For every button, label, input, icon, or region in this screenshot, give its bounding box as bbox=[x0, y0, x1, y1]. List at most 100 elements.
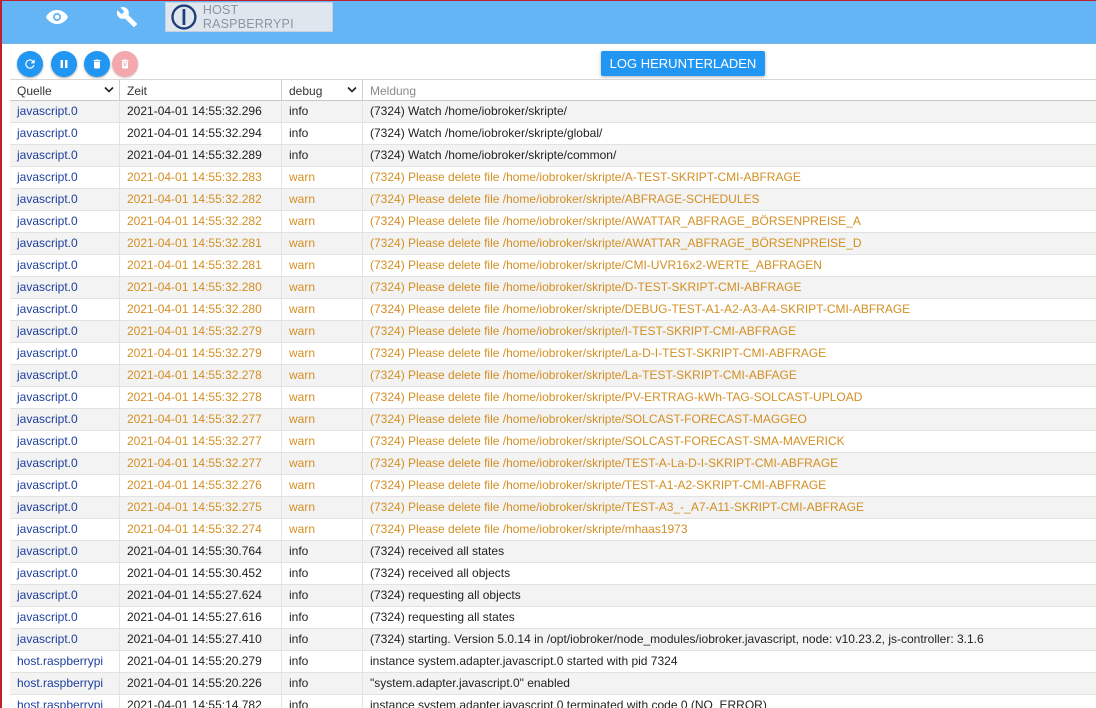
table-row[interactable]: javascript.0 2021-04-01 14:55:32.275 warn (… bbox=[10, 497, 1096, 519]
table-row[interactable]: javascript.0 2021-04-01 14:55:32.279 warn (… bbox=[10, 321, 1096, 343]
source-filter-select[interactable]: Quelle bbox=[10, 80, 120, 101]
table-row[interactable]: javascript.0 2021-04-01 14:55:32.281 warn (… bbox=[10, 255, 1096, 277]
message-cell: (7324) starting. Version 5.0.14 in /opt/… bbox=[370, 632, 984, 646]
message-filter-input[interactable]: Meldung bbox=[363, 80, 1096, 101]
source-cell: javascript.0 bbox=[10, 145, 120, 166]
download-log-button[interactable]: LOG HERUNTERLADEN bbox=[601, 51, 765, 76]
table-row[interactable]: javascript.0 2021-04-01 14:55:32.277 warn (… bbox=[10, 453, 1096, 475]
message-cell: (7324) Please delete file /home/iobroker… bbox=[370, 280, 802, 294]
source-header-label: Quelle bbox=[17, 83, 52, 98]
severity-cell: warn bbox=[282, 343, 363, 364]
time-header-label: Zeit bbox=[127, 83, 148, 98]
time-cell: 2021-04-01 14:55:27.624 bbox=[120, 585, 282, 606]
time-cell: 2021-04-01 14:55:20.226 bbox=[120, 673, 282, 694]
host-tab-label: HOST RASPBERRYPI bbox=[202, 3, 294, 31]
tab-host-raspberrypi[interactable]: HOST RASPBERRYPI bbox=[165, 2, 333, 32]
time-cell: 2021-04-01 14:55:30.764 bbox=[120, 541, 282, 562]
time-cell: 2021-04-01 14:55:14.782 bbox=[120, 695, 282, 708]
message-cell: (7324) requesting all objects bbox=[370, 588, 521, 602]
table-row[interactable]: javascript.0 2021-04-01 14:55:32.278 warn (… bbox=[10, 365, 1096, 387]
table-row[interactable]: javascript.0 2021-04-01 14:55:32.283 warn (… bbox=[10, 167, 1096, 189]
source-cell: javascript.0 bbox=[10, 321, 120, 342]
time-filter-input[interactable]: Zeit bbox=[120, 80, 282, 101]
pause-button[interactable] bbox=[51, 51, 77, 77]
severity-cell: warn bbox=[282, 475, 363, 496]
source-cell: javascript.0 bbox=[10, 189, 120, 210]
table-row[interactable]: javascript.0 2021-04-01 14:55:32.294 info (… bbox=[10, 123, 1096, 145]
table-row[interactable]: host.raspberrypi 2021-04-01 14:55:20.279 i… bbox=[10, 651, 1096, 673]
severity-cell: warn bbox=[282, 255, 363, 276]
source-cell: javascript.0 bbox=[10, 475, 120, 496]
message-cell: (7324) Please delete file /home/iobroker… bbox=[370, 214, 861, 228]
iobroker-logo-icon bbox=[171, 4, 197, 30]
message-cell: (7324) Please delete file /home/iobroker… bbox=[370, 258, 822, 272]
table-row[interactable]: host.raspberrypi 2021-04-01 14:55:20.226 i… bbox=[10, 673, 1096, 695]
chevron-down-icon bbox=[104, 86, 114, 93]
severity-cell: warn bbox=[282, 299, 363, 320]
wrench-icon[interactable] bbox=[113, 5, 141, 29]
message-cell: (7324) Please delete file /home/iobroker… bbox=[370, 500, 864, 514]
table-row[interactable]: javascript.0 2021-04-01 14:55:32.276 warn (… bbox=[10, 475, 1096, 497]
table-row[interactable]: javascript.0 2021-04-01 14:55:32.279 warn (… bbox=[10, 343, 1096, 365]
time-cell: 2021-04-01 14:55:32.277 bbox=[120, 409, 282, 430]
source-cell: javascript.0 bbox=[10, 431, 120, 452]
table-row[interactable]: javascript.0 2021-04-01 14:55:32.282 warn (… bbox=[10, 189, 1096, 211]
table-row[interactable]: javascript.0 2021-04-01 14:55:32.282 warn (… bbox=[10, 211, 1096, 233]
message-cell: "system.adapter.javascript.0" enabled bbox=[370, 676, 570, 690]
source-cell: javascript.0 bbox=[10, 123, 120, 144]
table-row[interactable]: javascript.0 2021-04-01 14:55:32.274 warn (… bbox=[10, 519, 1096, 541]
top-app-bar: HOST RASPBERRYPI bbox=[2, 1, 1096, 44]
severity-filter-select[interactable]: debug bbox=[282, 80, 363, 101]
message-cell: (7324) Please delete file /home/iobroker… bbox=[370, 522, 688, 536]
table-row[interactable]: javascript.0 2021-04-01 14:55:30.764 info (… bbox=[10, 541, 1096, 563]
table-header: Quelle Zeit debug Meldung bbox=[10, 79, 1096, 101]
delete-all-button[interactable] bbox=[112, 51, 138, 77]
time-cell: 2021-04-01 14:55:32.279 bbox=[120, 321, 282, 342]
delete-button[interactable] bbox=[84, 51, 110, 77]
table-row[interactable]: javascript.0 2021-04-01 14:55:32.296 info (… bbox=[10, 101, 1096, 123]
source-cell: javascript.0 bbox=[10, 101, 120, 122]
source-cell: javascript.0 bbox=[10, 453, 120, 474]
table-row[interactable]: javascript.0 2021-04-01 14:55:30.452 info (… bbox=[10, 563, 1096, 585]
severity-cell: warn bbox=[282, 519, 363, 540]
message-cell: (7324) received all states bbox=[370, 544, 505, 558]
severity-cell: info bbox=[282, 651, 363, 672]
delete-disabled-icon bbox=[121, 59, 129, 69]
refresh-button[interactable] bbox=[17, 51, 43, 77]
severity-cell: info bbox=[282, 123, 363, 144]
chevron-down-icon bbox=[347, 86, 357, 93]
message-cell: (7324) Please delete file /home/iobroker… bbox=[370, 456, 839, 470]
time-cell: 2021-04-01 14:55:32.279 bbox=[120, 343, 282, 364]
message-cell: (7324) Please delete file /home/iobroker… bbox=[370, 192, 760, 206]
table-row[interactable]: javascript.0 2021-04-01 14:55:32.280 warn (… bbox=[10, 299, 1096, 321]
source-cell: host.raspberrypi bbox=[10, 673, 120, 694]
severity-header-label: debug bbox=[289, 83, 323, 98]
table-row[interactable]: javascript.0 2021-04-01 14:55:27.616 info (… bbox=[10, 607, 1096, 629]
source-cell: javascript.0 bbox=[10, 365, 120, 386]
table-body: javascript.0 2021-04-01 14:55:32.296 info(… bbox=[10, 101, 1096, 708]
table-row[interactable]: javascript.0 2021-04-01 14:55:32.278 warn (… bbox=[10, 387, 1096, 409]
severity-cell: warn bbox=[282, 277, 363, 298]
source-cell: javascript.0 bbox=[10, 541, 120, 562]
table-row[interactable]: javascript.0 2021-04-01 14:55:32.280 warn (… bbox=[10, 277, 1096, 299]
table-row[interactable]: javascript.0 2021-04-01 14:55:27.410 info (… bbox=[10, 629, 1096, 651]
source-cell: javascript.0 bbox=[10, 299, 120, 320]
table-row[interactable]: javascript.0 2021-04-01 14:55:27.624 info (… bbox=[10, 585, 1096, 607]
severity-cell: warn bbox=[282, 321, 363, 342]
table-row[interactable]: javascript.0 2021-04-01 14:55:32.277 warn (… bbox=[10, 431, 1096, 453]
message-cell: (7324) Please delete file /home/iobroker… bbox=[370, 170, 801, 184]
severity-cell: info bbox=[282, 673, 363, 694]
eye-icon[interactable] bbox=[43, 5, 71, 29]
message-cell: (7324) requesting all states bbox=[370, 610, 515, 624]
refresh-icon bbox=[25, 59, 35, 69]
source-cell: javascript.0 bbox=[10, 585, 120, 606]
table-row[interactable]: javascript.0 2021-04-01 14:55:32.281 warn (… bbox=[10, 233, 1096, 255]
table-row[interactable]: javascript.0 2021-04-01 14:55:32.277 warn (… bbox=[10, 409, 1096, 431]
table-row[interactable]: javascript.0 2021-04-01 14:55:32.289 info (… bbox=[10, 145, 1096, 167]
table-row[interactable]: host.raspberrypi 2021-04-01 14:55:14.782 i… bbox=[10, 695, 1096, 708]
severity-cell: info bbox=[282, 607, 363, 628]
time-cell: 2021-04-01 14:55:32.281 bbox=[120, 255, 282, 276]
time-cell: 2021-04-01 14:55:32.281 bbox=[120, 233, 282, 254]
message-cell: instance system.adapter.javascript.0 sta… bbox=[370, 654, 678, 668]
severity-cell: warn bbox=[282, 387, 363, 408]
